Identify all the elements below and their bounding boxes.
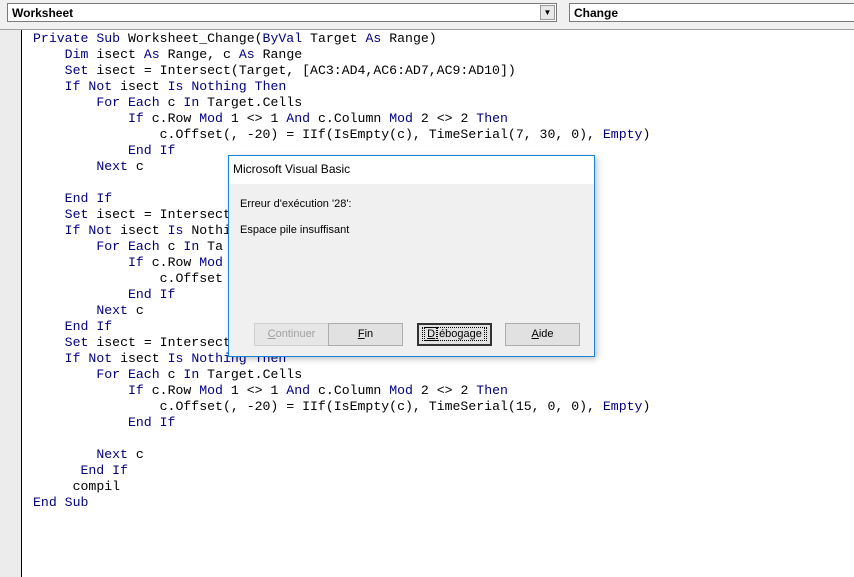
keyword: Set (64, 207, 89, 222)
keyword: End (64, 319, 89, 334)
procedure-combo-value: Change (574, 6, 619, 20)
keyword: For (96, 95, 121, 110)
keyword: If (64, 79, 81, 94)
keyword: Mod (199, 255, 223, 270)
keyword: Next (96, 159, 128, 174)
keyword: Not (88, 223, 113, 238)
end-button[interactable]: Fin (328, 323, 403, 346)
error-number: Erreur d'exécution '28': (240, 198, 352, 210)
keyword: In (183, 95, 200, 110)
keyword: Mod (389, 383, 413, 398)
code-line[interactable]: End If (33, 463, 650, 479)
keyword: Next (96, 303, 128, 318)
margin-indicator-bar[interactable] (0, 30, 22, 577)
code-line[interactable]: Private Sub Worksheet_Change(ByVal Targe… (33, 31, 650, 47)
keyword: If (112, 463, 128, 478)
keyword: ByVal (262, 31, 303, 46)
code-line[interactable]: Set isect = Intersect(Target, [AC3:AD4,A… (33, 63, 650, 79)
code-line[interactable]: For Each c In Target.Cells (33, 95, 650, 111)
code-line[interactable]: Dim isect As Range, c As Range (33, 47, 650, 63)
keyword: If (159, 287, 176, 302)
keyword: Each (127, 95, 160, 110)
continue-button[interactable]: Continuer (254, 323, 329, 346)
keyword: Set (64, 335, 89, 350)
keyword: Then (476, 383, 508, 398)
keyword: End (127, 415, 152, 430)
keyword: If (159, 143, 176, 158)
keyword: And (286, 383, 311, 398)
keyword: As (365, 31, 382, 46)
code-window-toolbar: Worksheet ▼ Change (0, 0, 854, 30)
keyword: Dim (64, 47, 89, 62)
error-message: Espace pile insuffisant (240, 224, 350, 236)
debug-button[interactable]: Débogage (417, 323, 492, 346)
keyword: As (238, 47, 255, 62)
code-line[interactable]: compil (33, 479, 650, 495)
keyword: Not (88, 351, 113, 366)
keyword: Is (167, 223, 184, 238)
error-dialog: Microsoft Visual Basic Erreur d'exécutio… (228, 155, 595, 357)
keyword: Private (33, 31, 89, 46)
keyword: If (127, 383, 144, 398)
keyword: If (64, 223, 81, 238)
keyword: End (33, 495, 57, 510)
code-line[interactable]: c.Offset(, -20) = IIf(IsEmpty(c), TimeSe… (33, 399, 651, 415)
keyword: Empty (602, 399, 643, 414)
keyword: Next (96, 447, 128, 462)
keyword: If (64, 351, 81, 366)
keyword: End (127, 143, 152, 158)
object-combo[interactable]: Worksheet ▼ (7, 3, 557, 22)
keyword: End (127, 287, 152, 302)
keyword: Sub (64, 495, 89, 510)
keyword: Each (127, 239, 160, 254)
code-line[interactable]: For Each c In Target.Cells (33, 367, 650, 383)
code-line[interactable]: If Not isect Is Nothing Then (33, 79, 650, 95)
chevron-down-icon[interactable]: ▼ (540, 5, 555, 20)
keyword: End (80, 463, 105, 478)
keyword: For (96, 239, 121, 254)
keyword: Empty (602, 127, 643, 142)
keyword: Mod (199, 383, 223, 398)
object-combo-value: Worksheet (12, 6, 74, 20)
keyword: Is (167, 79, 184, 94)
procedure-combo[interactable]: Change (569, 3, 854, 22)
code-line[interactable]: Next c (33, 447, 650, 463)
keyword: Set (64, 63, 89, 78)
keyword: If (96, 319, 113, 334)
keyword: End (64, 191, 89, 206)
code-line[interactable]: c.Offset(, -20) = IIf(IsEmpty(c), TimeSe… (33, 127, 651, 143)
keyword: Then (254, 79, 287, 94)
code-line[interactable]: End If (33, 415, 650, 431)
keyword: Mod (389, 111, 413, 126)
keyword: And (286, 111, 311, 126)
keyword: If (127, 111, 144, 126)
code-line[interactable]: If c.Row Mod 1 <> 1 And c.Column Mod 2 <… (33, 383, 650, 399)
code-line[interactable]: If c.Row Mod 1 <> 1 And c.Column Mod 2 <… (33, 111, 650, 127)
code-line[interactable] (33, 431, 650, 447)
keyword: Each (127, 367, 160, 382)
dialog-title: Microsoft Visual Basic (229, 156, 594, 184)
keyword: Is (167, 351, 184, 366)
keyword: As (143, 47, 160, 62)
keyword: If (96, 191, 113, 206)
keyword: Then (476, 111, 508, 126)
help-button[interactable]: Aide (505, 323, 580, 346)
keyword: If (127, 255, 144, 270)
code-line[interactable]: End Sub (33, 495, 650, 511)
keyword: Sub (96, 31, 121, 46)
keyword: For (96, 367, 121, 382)
keyword: In (183, 367, 200, 382)
keyword: Mod (199, 111, 223, 126)
keyword: Not (88, 79, 113, 94)
keyword: In (183, 239, 200, 254)
keyword: If (159, 415, 176, 430)
keyword: Nothing (191, 79, 247, 94)
